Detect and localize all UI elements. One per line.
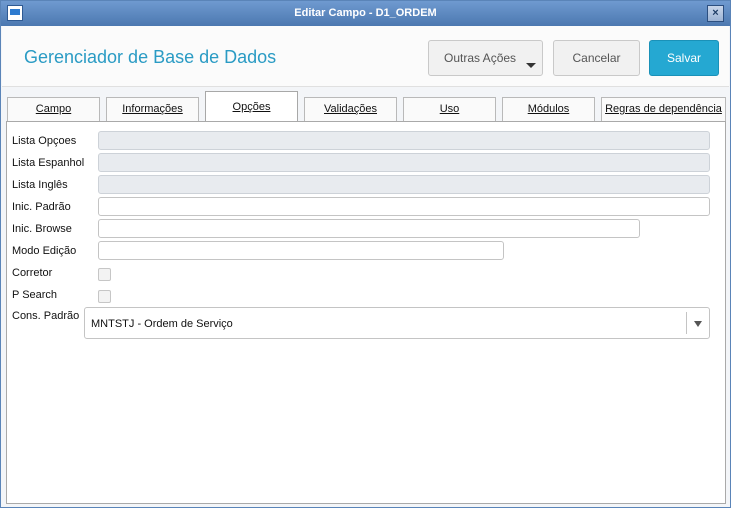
tab-validacoes[interactable]: Validações xyxy=(304,97,397,121)
inic-browse-input[interactable] xyxy=(98,219,640,238)
tab-informacoes[interactable]: Informações xyxy=(106,97,199,121)
cancel-button[interactable]: Cancelar xyxy=(553,40,640,76)
p-search-label: P Search xyxy=(12,289,58,301)
tab-uso[interactable]: Uso xyxy=(403,97,496,121)
lista-ingles-label: Lista Inglês xyxy=(12,179,68,191)
lista-opcoes-field xyxy=(98,131,710,150)
lista-opcoes-label: Lista Opçoes xyxy=(12,135,77,147)
inic-browse-label: Inic. Browse xyxy=(12,223,72,235)
corretor-checkbox[interactable] xyxy=(98,268,111,281)
inic-padrao-input[interactable] xyxy=(98,197,710,216)
lista-ingles-field xyxy=(98,175,710,194)
chevron-down-icon[interactable] xyxy=(694,321,702,327)
cons-padrao-value: MNTSTJ - Ordem de Serviço xyxy=(91,318,233,330)
outras-acoes-label: Outras Ações xyxy=(444,51,517,65)
lista-espanhol-label: Lista Espanhol xyxy=(12,157,85,169)
modo-edicao-label: Modo Edição xyxy=(12,245,77,257)
corretor-label: Corretor xyxy=(12,267,53,279)
tab-regras-dependencia[interactable]: Regras de dependência xyxy=(601,97,726,121)
inic-padrao-label: Inic. Padrão xyxy=(12,201,71,213)
tab-modulos[interactable]: Módulos xyxy=(502,97,595,121)
tab-campo[interactable]: Campo xyxy=(7,97,100,121)
cons-padrao-label: Cons. Padrão xyxy=(12,310,80,322)
close-icon[interactable]: × xyxy=(707,5,724,22)
tab-bar: Campo Informações Opções Validações Uso … xyxy=(2,87,729,122)
lista-espanhol-field xyxy=(98,153,710,172)
modo-edicao-input[interactable] xyxy=(98,241,504,260)
cons-padrao-select[interactable]: MNTSTJ - Ordem de Serviço xyxy=(84,307,710,339)
p-search-checkbox[interactable] xyxy=(98,290,111,303)
dialog-window: Editar Campo - D1_ORDEM × Gerenciador de… xyxy=(0,0,731,508)
outras-acoes-button[interactable]: Outras Ações xyxy=(428,40,543,76)
page-title: Gerenciador de Base de Dados xyxy=(24,47,277,67)
window-title: Editar Campo - D1_ORDEM xyxy=(294,7,437,19)
header: Gerenciador de Base de Dados Outras Açõe… xyxy=(2,26,729,87)
tab-opcoes[interactable]: Opções xyxy=(205,91,298,122)
save-button[interactable]: Salvar xyxy=(649,40,719,76)
select-divider xyxy=(686,312,687,334)
title-bar[interactable]: Editar Campo - D1_ORDEM × xyxy=(1,1,730,26)
options-panel: Lista Opçoes Lista Espanhol Lista Inglês… xyxy=(6,121,726,504)
chevron-down-icon xyxy=(526,63,536,68)
